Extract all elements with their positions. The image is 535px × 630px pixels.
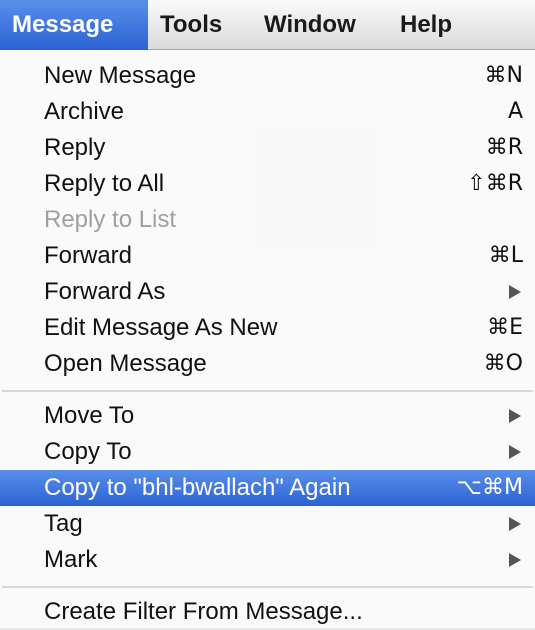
menu-item-forward-as[interactable]: Forward As [0,274,535,310]
menu-item-archive[interactable]: Archive A [0,94,535,130]
menu-item-label: Archive [44,98,125,125]
submenu-arrow-icon [509,409,521,423]
menu-item-label: Forward As [44,278,166,305]
menu-item-create-filter[interactable]: Create Filter From Message... [0,594,535,630]
menu-item-label: Open Message [44,350,207,377]
menu-item-shortcut: ⌘N [484,63,523,88]
menu-separator [2,390,533,392]
menu-item-reply-to-list: Reply to List [0,202,535,238]
menu-item-shortcut: ⌥⌘M [456,475,523,500]
menu-item-mark[interactable]: Mark [0,542,535,578]
menu-item-copy-to[interactable]: Copy To [0,434,535,470]
menu-item-open-message[interactable]: Open Message ⌘O [0,346,535,382]
menu-item-reply-to-all[interactable]: Reply to All ⇧⌘R [0,166,535,202]
menu-item-shortcut: ⌘R [485,135,523,160]
menu-item-shortcut: A [507,99,523,124]
menu-item-shortcut: ⇧⌘R [467,171,523,196]
menu-item-shortcut: ⌘O [483,351,523,376]
menu-bar: Message Tools Window Help [0,0,535,50]
menu-item-label: Create Filter From Message... [44,598,363,625]
menu-item-label: Reply to All [44,170,165,197]
menu-item-label: Reply [44,134,106,161]
menubar-help[interactable]: Help [388,0,474,50]
menu-item-tag[interactable]: Tag [0,506,535,542]
menu-item-forward[interactable]: Forward ⌘L [0,238,535,274]
menu-item-label: Reply to List [44,206,177,233]
menu-item-label: Copy To [44,438,132,465]
menu-item-copy-again[interactable]: Copy to "bhl-bwallach" Again ⌥⌘M [0,470,535,506]
menu-item-label: Copy to "bhl-bwallach" Again [44,474,351,501]
menubar-tools[interactable]: Tools [148,0,252,50]
menubar-message[interactable]: Message [0,0,148,50]
menu-item-label: Edit Message As New [44,314,278,341]
menu-item-label: Tag [44,510,83,537]
submenu-arrow-icon [509,445,521,459]
menu-item-shortcut: ⌘E [487,315,523,340]
submenu-arrow-icon [509,517,521,531]
menu-item-reply[interactable]: Reply ⌘R [0,130,535,166]
menu-item-label: Mark [44,546,98,573]
menubar-window[interactable]: Window [252,0,388,50]
menu-item-move-to[interactable]: Move To [0,398,535,434]
submenu-arrow-icon [509,285,521,299]
menu-separator [2,586,533,588]
submenu-arrow-icon [509,553,521,567]
menu-item-edit-message-as-new[interactable]: Edit Message As New ⌘E [0,310,535,346]
menu-item-label: New Message [44,62,197,89]
menu-item-shortcut: ⌘L [488,243,523,268]
menu-item-new-message[interactable]: New Message ⌘N [0,58,535,94]
menu-item-label: Forward [44,242,133,269]
menu-item-label: Move To [44,402,135,429]
message-menu: New Message ⌘N Archive A Reply ⌘R Reply … [0,50,535,628]
